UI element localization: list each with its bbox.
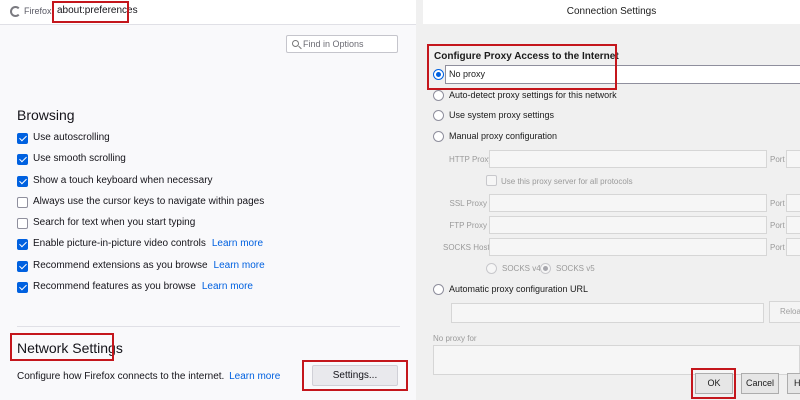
ssl-port-label: Port	[770, 199, 785, 208]
label-text: Recommend extensions as you browse	[33, 260, 208, 271]
checkbox[interactable]	[17, 218, 28, 229]
ok-highlight-box	[691, 368, 736, 399]
radio-button[interactable]	[433, 131, 444, 142]
reload-button[interactable]: Reload	[769, 301, 800, 323]
preferences-page: Firefox about:preferences Find in Option…	[0, 0, 416, 400]
cancel-button[interactable]: Cancel	[741, 373, 779, 394]
settings-highlight-box	[302, 360, 408, 391]
panel-gap	[416, 0, 423, 400]
ftp-proxy-input[interactable]	[489, 216, 767, 234]
section-divider	[17, 326, 400, 327]
checkbox-label: Show a touch keyboard when necessary	[33, 175, 213, 186]
learn-more-link[interactable]: Learn more	[229, 371, 280, 382]
network-heading-highlight-box	[10, 333, 114, 361]
radio-button[interactable]	[433, 110, 444, 121]
use-for-all-label: Use this proxy server for all protocols	[501, 177, 633, 186]
ftp-port-input[interactable]	[786, 216, 800, 234]
label-text: Enable picture-in-picture video controls	[33, 238, 206, 249]
find-in-options-input[interactable]: Find in Options	[286, 35, 398, 53]
learn-more-link[interactable]: Learn more	[212, 238, 263, 249]
checkbox[interactable]	[17, 133, 28, 144]
checkbox[interactable]	[17, 176, 28, 187]
ssl-port-input[interactable]	[786, 194, 800, 212]
checkbox-label: Enable picture-in-picture video controls…	[33, 238, 263, 249]
socks-host-input[interactable]	[489, 238, 767, 256]
checkbox-label: Use autoscrolling	[33, 132, 110, 143]
auto-config-url-input[interactable]	[451, 303, 764, 323]
radio-label: Auto-detect proxy settings for this netw…	[449, 90, 617, 100]
radio-label: SOCKS v5	[556, 264, 595, 273]
ssl-proxy-input[interactable]	[489, 194, 767, 212]
radio-label: Manual proxy configuration	[449, 131, 558, 141]
checkbox-label: Always use the cursor keys to navigate w…	[33, 196, 265, 207]
search-icon	[292, 40, 299, 47]
network-description-text: Configure how Firefox connects to the in…	[17, 371, 225, 382]
firefox-logo-icon	[10, 6, 21, 17]
help-button[interactable]: H	[787, 373, 800, 394]
checkbox-label: Use smooth scrolling	[33, 153, 126, 164]
socks-port-input[interactable]	[786, 238, 800, 256]
dialog-titlebar: Connection Settings	[423, 0, 800, 24]
radio-button[interactable]	[433, 90, 444, 101]
radio-label: Automatic proxy configuration URL	[449, 284, 589, 294]
label-text: Recommend features as you browse	[33, 281, 196, 292]
no-proxy-for-input[interactable]	[433, 345, 800, 375]
ssl-proxy-label: SSL Proxy	[449, 199, 488, 208]
http-port-input[interactable]	[786, 150, 800, 168]
checkbox[interactable]	[17, 282, 28, 293]
learn-more-link[interactable]: Learn more	[214, 260, 265, 271]
url-highlight-box	[52, 1, 129, 23]
configure-highlight-box	[427, 44, 617, 90]
ftp-proxy-label: FTP Proxy	[449, 221, 487, 230]
checkbox-label: Recommend features as you browse Learn mo…	[33, 281, 253, 292]
http-proxy-input[interactable]	[489, 150, 767, 168]
no-proxy-for-label: No proxy for	[433, 334, 477, 343]
browsing-heading: Browsing	[17, 107, 75, 123]
checkbox[interactable]	[17, 154, 28, 165]
browser-name: Firefox	[24, 6, 52, 16]
socks-host-label: SOCKS Host	[443, 243, 490, 252]
checkbox-label: Recommend extensions as you browse Learn …	[33, 260, 265, 271]
checkbox[interactable]	[17, 261, 28, 272]
connection-settings-dialog: Connection Settings Configure Proxy Acce…	[423, 0, 800, 400]
checkbox[interactable]	[17, 239, 28, 250]
http-proxy-label: HTTP Proxy	[449, 155, 493, 164]
radio-button[interactable]	[433, 284, 444, 295]
network-description: Configure how Firefox connects to the in…	[17, 371, 280, 382]
socks-port-label: Port	[770, 243, 785, 252]
find-placeholder: Find in Options	[303, 39, 364, 49]
use-for-all-checkbox[interactable]	[486, 175, 497, 186]
radio-button[interactable]	[540, 263, 551, 274]
radio-label: SOCKS v4	[502, 264, 541, 273]
http-port-label: Port	[770, 155, 785, 164]
checkbox[interactable]	[17, 197, 28, 208]
radio-label: Use system proxy settings	[449, 110, 555, 120]
ftp-port-label: Port	[770, 221, 785, 230]
dialog-title: Connection Settings	[566, 6, 657, 17]
radio-button[interactable]	[486, 263, 497, 274]
learn-more-link[interactable]: Learn more	[202, 281, 253, 292]
checkbox-label: Search for text when you start typing	[33, 217, 196, 228]
